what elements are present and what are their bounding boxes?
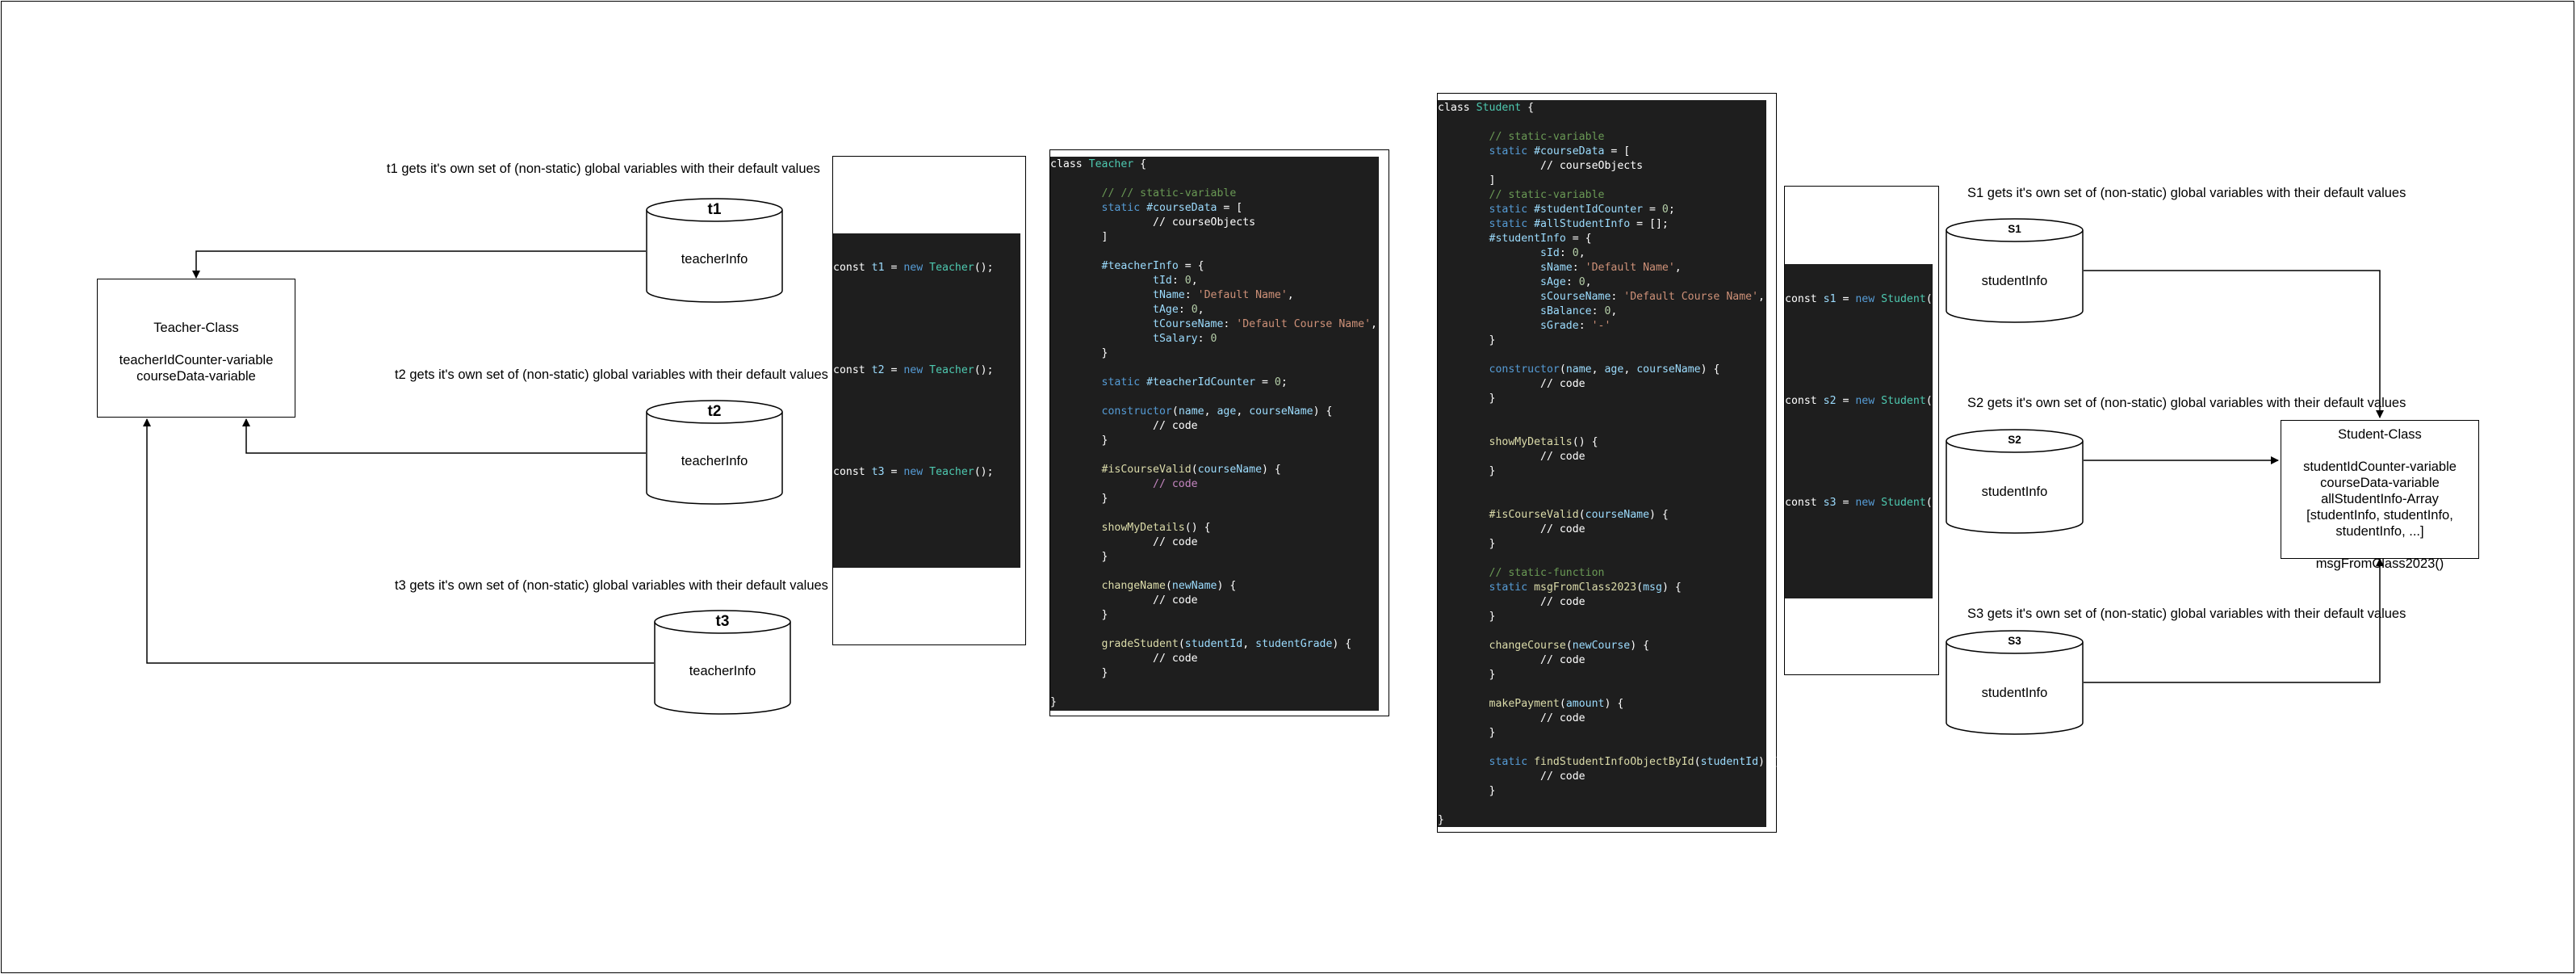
t2-label: t2 xyxy=(707,403,722,420)
student-class-field: studentIdCounter-variable xyxy=(2303,460,2457,474)
instance-var: s3 xyxy=(1823,497,1837,509)
student-class-field: allStudentInfo-Array xyxy=(2321,492,2439,506)
teacher-class-field: teacherIdCounter-variable xyxy=(119,353,274,367)
teacher-class-field: courseData-variable xyxy=(136,369,256,384)
teacher-class-box: Teacher-Class teacherIdCounter-variable … xyxy=(97,279,295,418)
instance-var: s2 xyxy=(1823,395,1837,407)
student-class-field: studentInfo, ...] xyxy=(2335,524,2424,539)
t3-instance-cylinder: t3 teacherInfo xyxy=(654,610,791,715)
student-instantiation-panel: const s1 = new Student(); const s2 = new… xyxy=(1784,186,1946,675)
student-class-field: [studentInfo, studentInfo, xyxy=(2306,508,2453,523)
s3-instance-cylinder: S3 studentInfo xyxy=(1946,630,2084,735)
t3-caption: t3 gets it's own set of (non-static) glo… xyxy=(395,578,828,593)
t1-instance-cylinder: t1 teacherInfo xyxy=(646,198,783,303)
s2-instance-cylinder: S2 studentInfo xyxy=(1946,429,2084,534)
teacher-class-code: class Teacher { // // static-variable st… xyxy=(1050,157,1379,711)
arrow-t2-to-teacher-class xyxy=(242,418,646,454)
student-class-title: Student-Class xyxy=(2338,427,2422,442)
instance-var: t2 xyxy=(871,364,885,376)
teacher-instantiation-panel: const t1 = new Teacher(); const t2 = new… xyxy=(832,156,1026,645)
s1-content: studentInfo xyxy=(1981,274,2048,288)
instance-var: t1 xyxy=(871,262,885,274)
student-class-code: class Student { // static-variable stati… xyxy=(1438,100,1778,827)
arrow-t3-to-teacher-class xyxy=(143,418,654,664)
t2-instance-cylinder: t2 teacherInfo xyxy=(646,400,783,505)
instance-var: t3 xyxy=(871,466,885,478)
t2-content: teacherInfo xyxy=(681,454,748,468)
t1-caption: t1 gets it's own set of (non-static) glo… xyxy=(387,162,820,176)
student-class-method: msgFromClass2023() xyxy=(2315,556,2444,571)
s3-caption: S3 gets it's own set of (non-static) glo… xyxy=(1967,607,2406,621)
student-class-name: Student xyxy=(1476,102,1522,114)
t3-label: t3 xyxy=(715,613,730,630)
arrow-t1-to-teacher-class xyxy=(192,250,646,279)
teacher-class-code-panel: class Teacher { // // static-variable st… xyxy=(1049,149,1389,716)
s2-caption: S2 gets it's own set of (non-static) glo… xyxy=(1967,396,2406,410)
t2-caption: t2 gets it's own set of (non-static) glo… xyxy=(395,367,828,382)
t1-content: teacherInfo xyxy=(681,252,748,267)
student-instantiation-code: const s1 = new Student(); const s2 = new… xyxy=(1785,264,1946,598)
s2-content: studentInfo xyxy=(1981,485,2048,499)
student-class-code-panel: class Student { // static-variable stati… xyxy=(1437,93,1778,833)
t1-label: t1 xyxy=(707,201,722,218)
instance-var: s1 xyxy=(1823,293,1837,305)
s1-instance-cylinder: S1 studentInfo xyxy=(1946,218,2084,323)
student-class-field: courseData-variable xyxy=(2320,476,2440,490)
s1-caption: S1 gets it's own set of (non-static) glo… xyxy=(1967,186,2406,200)
s3-content: studentInfo xyxy=(1981,686,2048,700)
s1-label: S1 xyxy=(2008,223,2021,235)
student-class-box: Student-Class studentIdCounter-variable … xyxy=(2281,420,2479,571)
teacher-class-title: Teacher-Class xyxy=(153,321,239,335)
t3-content: teacherInfo xyxy=(689,664,756,678)
s3-label: S3 xyxy=(2008,635,2021,647)
teacher-class-name: Teacher xyxy=(1088,158,1134,170)
teacher-instantiation-code: const t1 = new Teacher(); const t2 = new… xyxy=(833,233,1020,568)
s2-label: S2 xyxy=(2008,434,2021,446)
